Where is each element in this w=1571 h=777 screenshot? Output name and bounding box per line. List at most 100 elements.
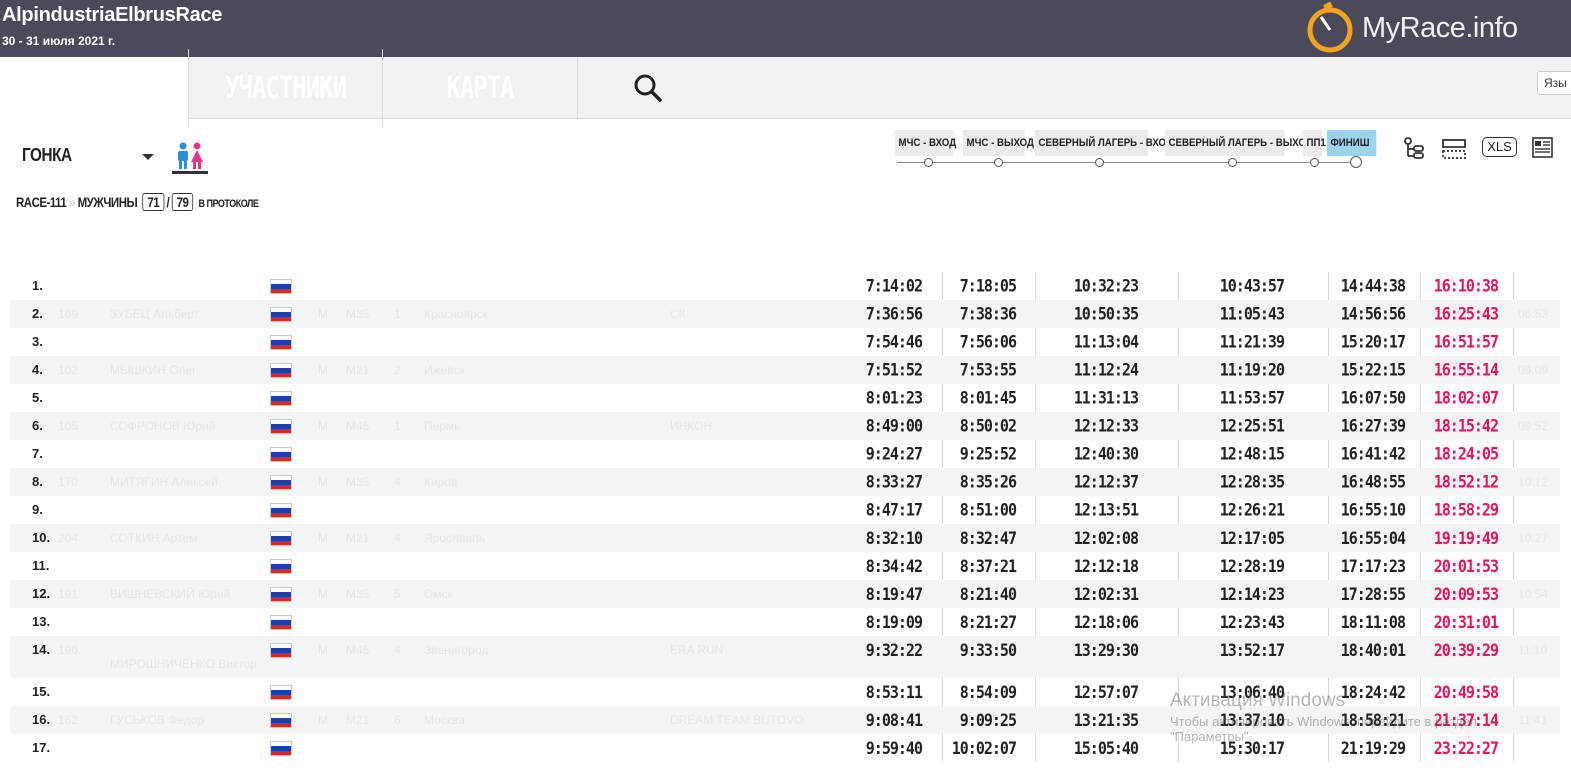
brand-name: MyRace.info xyxy=(1362,12,1518,44)
finish-time[interactable]: 20:39:29 xyxy=(1434,634,1499,666)
table-row[interactable]: 3. 7:54:46 7:56:06 11:13:04 11:21:39 15:20:17… xyxy=(10,328,1560,356)
table-row[interactable]: 10. 204 СОТКИН Артем M M21 4 Ярославль 10:27 8:3… xyxy=(10,524,1560,552)
result-name[interactable]: СОФРОНОВ Юрий xyxy=(110,412,215,440)
table-row[interactable]: 15. 8:53:11 8:54:09 12:57:07 13:06:40 18:24:4… xyxy=(10,678,1560,706)
result-extra: 10:12 xyxy=(1518,475,1549,489)
result-gender: M xyxy=(318,475,328,489)
tab-checkpoint-north-camp-in[interactable]: СЕВЕРНЫЙ ЛАГЕРЬ - ВХОД xyxy=(1035,130,1173,156)
result-position: 14. xyxy=(32,642,51,657)
tab-participants[interactable]: УЧАСТНИКИ xyxy=(188,49,382,127)
result-bib: 191 xyxy=(58,587,79,601)
table-row[interactable]: 4. 102 МЫШКИН Олег M M21 2 Ижевск 09:09 7:51:52 7… xyxy=(10,356,1560,384)
result-position: 1. xyxy=(32,278,43,293)
tab-checkpoint-pp1[interactable]: ПП1 xyxy=(1303,130,1326,156)
race-select[interactable]: ГОНКА xyxy=(22,145,137,169)
table-row[interactable]: 17. 9:59:40 10:02:07 15:05:40 15:30:17 21:19:… xyxy=(10,734,1560,762)
split-time[interactable]: 13:29:30 xyxy=(1074,634,1139,666)
timeline-dot-active[interactable] xyxy=(1350,156,1362,168)
split-time[interactable]: 15:30:17 xyxy=(1220,732,1285,764)
breadcrumb: RACE-111 » МУЖЧИНЫ 71/79 В ПРОТОКОЛЕ xyxy=(16,193,259,211)
result-name[interactable]: ЗУБЕЦ Альберт xyxy=(110,300,199,328)
timeline-dot[interactable] xyxy=(1228,158,1237,167)
breadcrumb-category[interactable]: МУЖЧИНЫ xyxy=(78,194,138,210)
table-row[interactable]: 11. 8:34:42 8:37:21 12:12:18 12:28:19 17:17:2… xyxy=(10,552,1560,580)
result-bib: 169 xyxy=(58,307,79,321)
chevron-down-icon[interactable] xyxy=(142,154,154,160)
tab-checkpoint-north-camp-out[interactable]: СЕВЕРНЫЙ ЛАГЕРЬ - ВЫХОД xyxy=(1165,130,1313,156)
breadcrumb-race[interactable]: RACE-111 xyxy=(16,194,67,210)
table-row[interactable]: 12. 191 ВИШНЕВСКИЙ Юрий M M35 5 Омск 10:54 8:19:… xyxy=(10,580,1560,608)
split-time[interactable]: 18:40:01 xyxy=(1341,634,1406,666)
result-gender: M xyxy=(318,531,328,545)
result-extra: 09:09 xyxy=(1518,363,1549,377)
result-position: 4. xyxy=(32,362,43,377)
result-group-place: 6 xyxy=(394,713,401,727)
timeline-dot[interactable] xyxy=(1310,158,1319,167)
result-bib: 105 xyxy=(58,419,79,433)
result-bib: 196 xyxy=(58,643,79,657)
result-extra: 06:53 xyxy=(1518,307,1549,321)
tab-checkpoint-mchs-in[interactable]: МЧС - ВХОД xyxy=(895,130,956,156)
checkpoint-tabs: МЧС - ВХОД МЧС - ВЫХОД СЕВЕРНЫЙ ЛАГЕРЬ -… xyxy=(895,130,1385,156)
result-name[interactable]: МЫШКИН Олег xyxy=(110,356,196,384)
finish-time[interactable]: 23:22:27 xyxy=(1434,732,1499,764)
event-date: 30 - 31 июля 2021 г. xyxy=(2,34,116,48)
result-group-place: 4 xyxy=(394,531,401,545)
table-row[interactable]: 7. 9:24:27 9:25:52 12:40:30 12:48:15 16:41:42… xyxy=(10,440,1560,468)
timeline-dot[interactable] xyxy=(924,158,933,167)
result-group: M35 xyxy=(346,587,370,601)
table-row[interactable]: 5. 8:01:23 8:01:45 11:31:13 11:53:57 16:07:50… xyxy=(10,384,1560,412)
result-name[interactable]: ГУСЬКОВ Федор xyxy=(110,706,204,734)
split-time[interactable]: 10:02:07 xyxy=(952,732,1017,764)
table-row[interactable]: 6. 105 СОФРОНОВ Юрий M M45 1 Пермь ИНКОН 09:52 8:… xyxy=(10,412,1560,440)
russia-flag-icon xyxy=(270,713,292,728)
brand-logo[interactable]: MyRace.info xyxy=(1302,2,1542,54)
result-gender: M xyxy=(318,307,328,321)
split-time[interactable]: 13:52:17 xyxy=(1220,634,1285,666)
split-time[interactable]: 15:05:40 xyxy=(1074,732,1139,764)
timeline-dot[interactable] xyxy=(994,158,1003,167)
result-city: Пермь xyxy=(424,419,461,433)
result-city: Ижевск xyxy=(424,363,465,377)
table-row[interactable]: 16. 162 ГУСЬКОВ Федор M M21 6 Москва DREAM TEAM… xyxy=(10,706,1560,734)
split-time[interactable]: 21:19:29 xyxy=(1341,732,1406,764)
tab-checkpoint-finish[interactable]: ФИНИШ xyxy=(1327,130,1377,156)
table-row[interactable]: 13. 8:19:09 8:21:27 12:18:06 12:23:43 18:11:0… xyxy=(10,608,1560,636)
result-group-place: 4 xyxy=(394,475,401,489)
tab-checkpoint-mchs-out[interactable]: МЧС - ВЫХОД xyxy=(963,130,1034,156)
compact-view-icon[interactable] xyxy=(1441,136,1467,162)
language-button[interactable]: Язы xyxy=(1537,71,1571,95)
event-title: AlpindustriaElbrusRace xyxy=(2,4,223,26)
document-view-icon[interactable] xyxy=(1531,136,1555,160)
gender-filter-icon[interactable] xyxy=(172,142,208,174)
table-row[interactable]: 14. 196 МИРОШНИЧЕНКО Виктор M M45 4 Звенигород… xyxy=(10,636,1560,678)
result-name[interactable]: МИРОШНИЧЕНКО Виктор xyxy=(110,650,257,678)
result-gender: M xyxy=(318,713,328,727)
split-view-icon[interactable] xyxy=(1402,136,1426,162)
result-name[interactable]: ВИШНЕВСКИЙ Юрий xyxy=(110,580,230,608)
result-gender: M xyxy=(318,643,328,657)
search-button[interactable] xyxy=(577,57,717,119)
result-name[interactable]: СОТКИН Артем xyxy=(110,524,197,552)
timeline-dot[interactable] xyxy=(1095,158,1104,167)
result-gender: M xyxy=(318,419,328,433)
tab-map[interactable]: КАРТА xyxy=(382,49,577,127)
split-time[interactable]: 9:33:50 xyxy=(960,634,1017,666)
table-row[interactable]: 8. 170 МИТЯГИН Алексей M M35 4 Киров 10:12 8:33:… xyxy=(10,468,1560,496)
result-team: СК xyxy=(670,307,686,321)
result-group: M21 xyxy=(346,713,370,727)
result-team: ERA RUN xyxy=(670,643,724,657)
russia-flag-icon xyxy=(270,503,292,518)
result-name[interactable]: МИТЯГИН Алексей xyxy=(110,468,218,496)
split-time[interactable]: 9:32:22 xyxy=(866,634,923,666)
russia-flag-icon xyxy=(270,475,292,490)
result-city: Киров xyxy=(424,475,458,489)
table-row[interactable]: 2. 169 ЗУБЕЦ Альберт M M35 1 Красноярск СК 06:53… xyxy=(10,300,1560,328)
result-position: 3. xyxy=(32,334,43,349)
export-xls-button[interactable]: XLS xyxy=(1482,137,1517,157)
split-time[interactable]: 9:59:40 xyxy=(866,732,923,764)
result-city: Красноярск xyxy=(424,307,489,321)
result-position: 7. xyxy=(32,446,43,461)
table-row[interactable]: 1. 7:14:02 7:18:05 10:32:23 10:43:57 14:44:38… xyxy=(10,272,1560,300)
table-row[interactable]: 9. 8:47:17 8:51:00 12:13:51 12:26:21 16:55:10… xyxy=(10,496,1560,524)
